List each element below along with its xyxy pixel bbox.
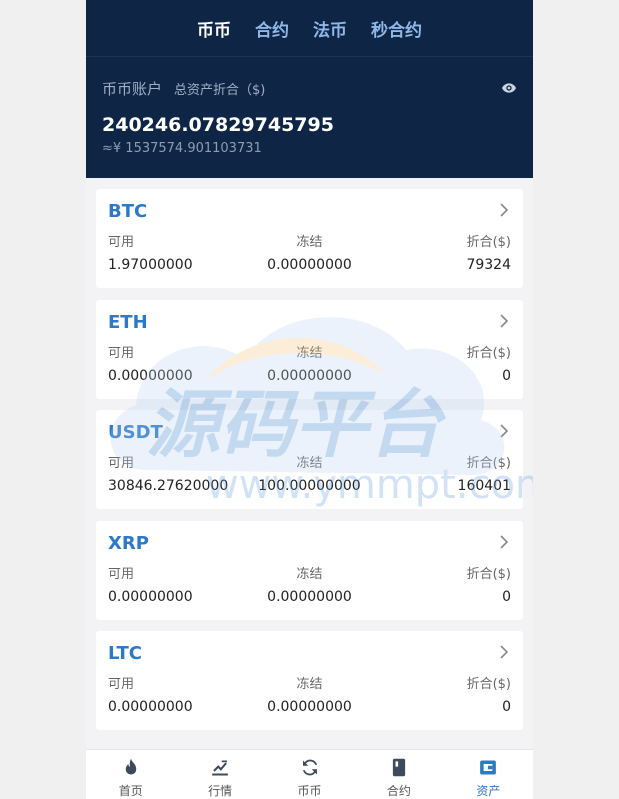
available-value: 1.97000000: [108, 257, 193, 273]
asset-values: 0.00000000 0.00000000 0: [108, 589, 511, 605]
asset-values: 0.00000000 0.00000000 0: [108, 699, 511, 715]
account-title-row: 币币账户 总资产折合（$): [86, 76, 533, 100]
available-label: 可用: [108, 235, 135, 250]
chevron-right-icon: [500, 203, 509, 217]
app-container: 币币 合约 法币 秒合约 币币账户 总资产折合（$) 240246.078297…: [86, 0, 533, 799]
asset-card-xrp[interactable]: XRP 可用 冻结 折合($) 0.00000000 0.00000000 0: [96, 520, 523, 620]
coin-name: ETH: [108, 311, 148, 333]
total-asset-label: 总资产折合（$): [174, 82, 266, 98]
asset-values: 0.00000000 0.00000000 0: [108, 368, 511, 384]
converted-value: 79324: [466, 257, 511, 273]
chevron-right-icon: [500, 534, 509, 549]
wallet-icon: [480, 760, 497, 775]
eye-icon[interactable]: [501, 80, 517, 96]
asset-card-ltc[interactable]: LTC 可用 冻结 折合($) 0.00000000 0.00000000 0: [96, 631, 523, 730]
frozen-label: 冻结: [296, 345, 323, 361]
column-labels: 可用 冻结 折合($): [108, 231, 511, 250]
available-value: 0.00000000: [108, 588, 193, 605]
available-value: 0.00000000: [108, 367, 193, 384]
frozen-label: 冻结: [296, 235, 323, 250]
frozen-value: 0.00000000: [267, 588, 352, 605]
coin-name: USDT: [108, 422, 163, 443]
frozen-value: 100.00000000: [258, 478, 361, 494]
top-tabs: 币币 合约 法币 秒合约: [86, 0, 533, 57]
frozen-value: 0.00000000: [267, 699, 352, 715]
column-labels: 可用 冻结 折合($): [108, 563, 511, 582]
flame-icon: [125, 758, 136, 775]
converted-label: 折合($): [466, 345, 511, 361]
available-label: 可用: [108, 456, 135, 471]
total-balance-cny: ≈¥ 1537574.901103731: [102, 141, 262, 156]
chevron-right-icon: [500, 313, 509, 328]
account-header: 币币 合约 法币 秒合约 币币账户 总资产折合（$) 240246.078297…: [86, 0, 533, 178]
available-label: 可用: [108, 566, 135, 582]
nav-assets-label: 资产: [476, 784, 501, 798]
asset-values: 1.97000000 0.00000000 79324: [108, 257, 511, 273]
column-labels: 可用 冻结 折合($): [108, 342, 511, 361]
coin-name: LTC: [108, 643, 142, 664]
converted-value: 0: [502, 699, 511, 715]
coin-name: XRP: [108, 532, 149, 554]
chevron-right-icon: [500, 645, 509, 659]
available-label: 可用: [108, 677, 135, 692]
converted-value: 160401: [457, 478, 511, 494]
nav-exchange-label: 币币: [297, 784, 322, 798]
tab-fiat[interactable]: 法币: [313, 16, 347, 41]
asset-card-btc[interactable]: BTC 可用 冻结 折合($) 1.97000000 0.00000000 79…: [96, 189, 523, 288]
tab-spot[interactable]: 币币: [197, 16, 231, 41]
available-label: 可用: [108, 345, 135, 361]
contract-icon: [392, 758, 406, 777]
nav-market-label: 行情: [208, 784, 233, 798]
converted-label: 折合($): [466, 566, 511, 582]
converted-label: 折合($): [466, 235, 511, 250]
converted-value: 0: [502, 367, 511, 384]
account-label: 币币账户: [102, 79, 163, 98]
nav-home[interactable]: 首页: [86, 750, 175, 799]
nav-exchange[interactable]: 币币: [265, 750, 354, 799]
exchange-icon: [302, 759, 317, 776]
column-labels: 可用 冻结 折合($): [108, 673, 511, 692]
asset-card-eth[interactable]: ETH 可用 冻结 折合($) 0.00000000 0.00000000 0: [96, 299, 523, 399]
asset-card-usdt[interactable]: USDT 可用 冻结 折合($) 30846.27620000 100.0000…: [96, 410, 523, 509]
available-value: 0.00000000: [108, 699, 193, 715]
tab-contract[interactable]: 合约: [255, 16, 289, 41]
nav-contract[interactable]: 合约: [354, 750, 443, 799]
asset-list: BTC 可用 冻结 折合($) 1.97000000 0.00000000 79…: [86, 178, 533, 730]
market-icon: [212, 760, 228, 776]
column-labels: 可用 冻结 折合($): [108, 452, 511, 471]
frozen-label: 冻结: [296, 456, 323, 471]
converted-label: 折合($): [466, 456, 511, 471]
tab-second-contract[interactable]: 秒合约: [371, 16, 422, 41]
converted-label: 折合($): [466, 677, 511, 692]
nav-home-label: 首页: [118, 784, 143, 798]
coin-name: BTC: [108, 201, 148, 222]
nav-assets[interactable]: 资产: [444, 750, 533, 799]
bottom-nav: 首页 行情 币币 合约 资产: [86, 749, 533, 799]
frozen-value: 0.00000000: [267, 257, 352, 273]
frozen-value: 0.00000000: [267, 367, 352, 384]
total-balance: 240246.07829745795: [102, 114, 334, 136]
frozen-label: 冻结: [296, 566, 323, 582]
asset-values: 30846.27620000 100.00000000 160401: [108, 478, 511, 494]
frozen-label: 冻结: [296, 677, 323, 692]
available-value: 30846.27620000: [108, 478, 229, 494]
chevron-right-icon: [500, 424, 509, 438]
converted-value: 0: [502, 588, 511, 605]
nav-contract-label: 合约: [386, 784, 411, 798]
nav-market[interactable]: 行情: [175, 750, 264, 799]
